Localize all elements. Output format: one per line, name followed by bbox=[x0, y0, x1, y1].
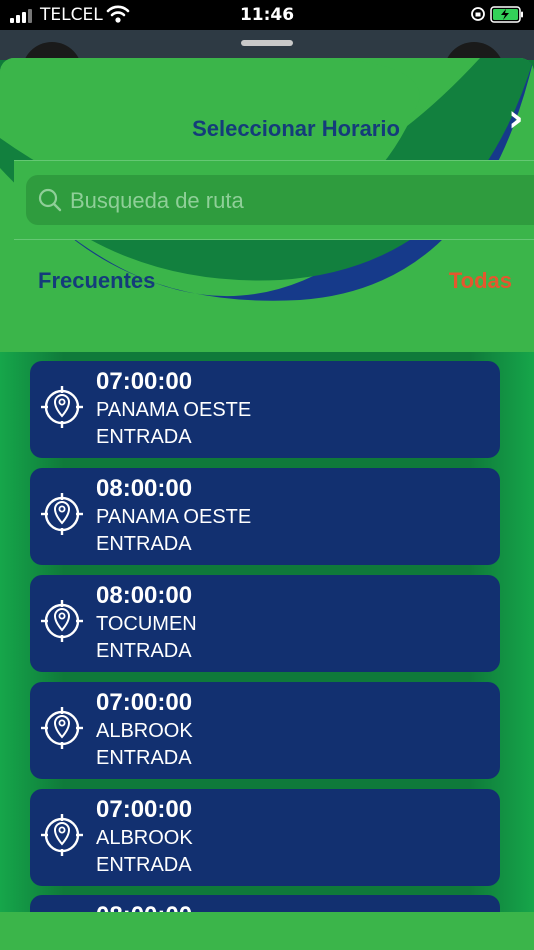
schedule-list[interactable]: 07:00:00 PANAMA OESTE ENTRADA 08:00:00 P… bbox=[0, 352, 534, 912]
schedule-time: 07:00:00 bbox=[96, 796, 193, 823]
location-target-icon bbox=[41, 386, 83, 428]
schedule-item[interactable]: 08:00:00 PANAMA OESTE ENTRADA bbox=[30, 468, 500, 565]
search-placeholder: Busqueda de ruta bbox=[70, 188, 244, 213]
status-time: 11:46 bbox=[239, 5, 295, 25]
schedule-kind: ENTRADA bbox=[96, 533, 192, 555]
schedule-item[interactable]: 07:00:00 ALBROOK ENTRADA bbox=[30, 682, 500, 779]
bottom-bar bbox=[0, 912, 534, 950]
location-target-icon bbox=[41, 814, 83, 856]
search-icon bbox=[38, 188, 62, 212]
status-bar: TELCEL 11:46 bbox=[0, 0, 534, 30]
schedule-time: 08:00:00 bbox=[96, 582, 193, 609]
search-section: Busqueda de ruta bbox=[14, 160, 534, 240]
schedule-place: ALBROOK bbox=[96, 827, 193, 849]
schedule-place: TOCUMEN bbox=[96, 613, 197, 635]
schedule-place: PANAMA OESTE bbox=[96, 399, 252, 421]
schedule-place: PANAMA OESTE bbox=[96, 506, 252, 528]
rotation-lock-icon bbox=[471, 7, 485, 21]
tab-todas[interactable]: Todas bbox=[449, 268, 512, 294]
schedule-item[interactable]: 08:00:00 TOCUMEN ENTRADA bbox=[30, 575, 500, 672]
location-target-icon bbox=[41, 600, 83, 642]
schedule-place: ALBROOK bbox=[96, 720, 193, 742]
location-target-icon bbox=[41, 707, 83, 749]
sheet-grabber[interactable] bbox=[241, 40, 293, 46]
schedule-time: 08:00:00 bbox=[96, 475, 193, 502]
page-title: Seleccionar Horario bbox=[192, 116, 400, 141]
schedule-kind: ENTRADA bbox=[96, 854, 192, 876]
schedule-kind: ENTRADA bbox=[96, 426, 192, 448]
schedule-item[interactable]: 07:00:00 ALBROOK ENTRADA bbox=[30, 789, 500, 886]
battery-icon bbox=[490, 6, 523, 23]
schedule-time: 07:00:00 bbox=[96, 689, 193, 716]
location-target-icon bbox=[41, 493, 83, 535]
tab-frecuentes[interactable]: Frecuentes bbox=[38, 268, 155, 294]
schedule-time: 07:00:00 bbox=[96, 368, 193, 395]
schedule-kind: ENTRADA bbox=[96, 747, 192, 769]
search-input[interactable]: Busqueda de ruta bbox=[26, 175, 534, 225]
schedule-sheet-header: › Seleccionar Horario Busqueda de ruta F… bbox=[0, 58, 534, 352]
schedule-item[interactable]: 08:00:00 bbox=[30, 895, 500, 912]
schedule-kind: ENTRADA bbox=[96, 640, 192, 662]
schedule-time: 08:00:00 bbox=[96, 902, 192, 912]
schedule-item[interactable]: 07:00:00 PANAMA OESTE ENTRADA bbox=[30, 361, 500, 458]
